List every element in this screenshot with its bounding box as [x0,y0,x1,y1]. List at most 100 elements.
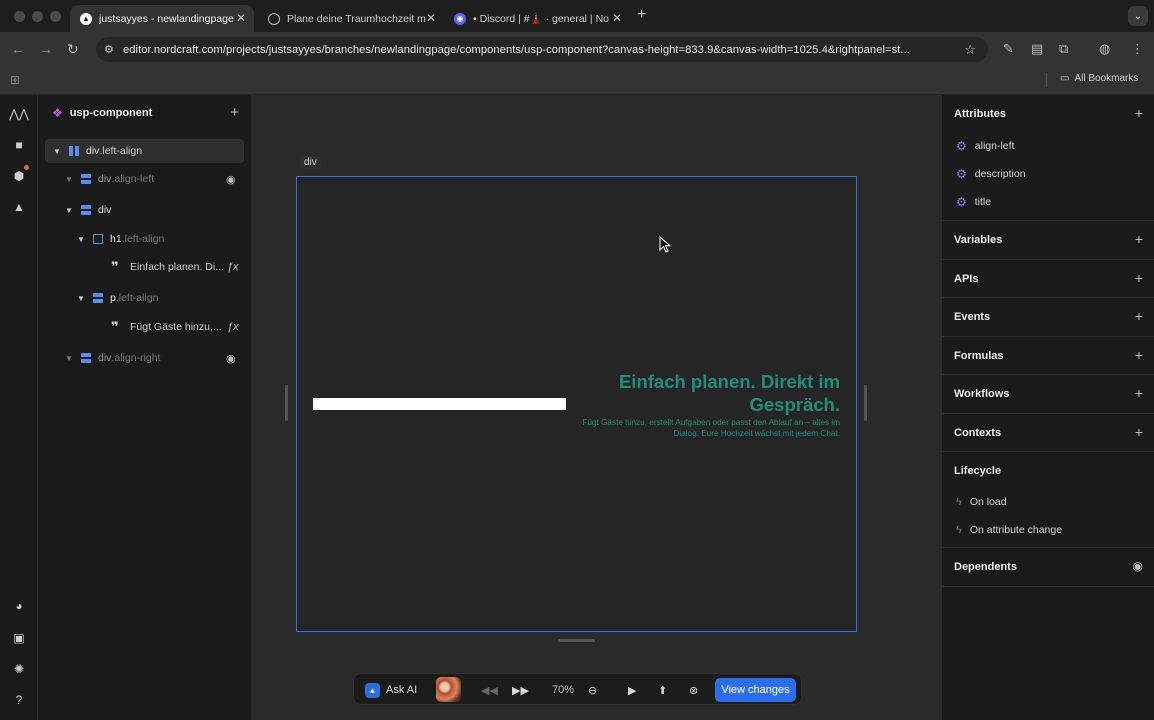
history-icon[interactable]: ⊗ [689,674,698,706]
ask-ai-button[interactable]: ▲ Ask AI [365,674,417,706]
component-header: ❖ usp-component [52,106,152,120]
eye-icon[interactable]: ◉ [1133,559,1143,573]
bookmarks-bar: ⊞ ▭ All Bookmarks [0,66,1154,95]
attribute-name: align-left [974,140,1015,152]
upload-arrow-icon[interactable]: ⬆ [658,674,667,706]
tree-node-text[interactable]: ❞ Einfach planen. Di... ƒx [45,255,244,279]
eye-icon[interactable]: ◉ [226,173,236,186]
rows-icon [81,353,91,363]
lightbulb-icon[interactable]: ✺ [10,660,28,678]
lifecycle-item[interactable]: ϟ On attribute change [956,524,1062,536]
bookmark-star-icon[interactable]: ☆ [964,42,976,58]
add-element-icon[interactable]: + [230,104,239,121]
contexts-section[interactable]: Contexts + [942,414,1154,452]
zoom-icon[interactable]: ⊖ [588,674,597,706]
eye-icon[interactable]: ◉ [226,352,236,365]
tree-node[interactable]: ▼ p .left-align [45,286,244,310]
add-icon[interactable]: + [1135,424,1143,440]
back-arrow-icon[interactable]: ← [11,41,25,57]
node-tag: div [86,145,100,157]
add-icon[interactable]: + [1135,270,1143,286]
window-close-button[interactable] [14,11,25,22]
workflows-section[interactable]: Workflows + [942,375,1154,414]
chevron-down-icon[interactable]: ▼ [53,147,65,156]
tree-node-root[interactable]: ▼ div .left-align [45,139,244,163]
gear-icon: ⚙ [956,195,967,209]
node-text: Einfach planen. Di... [130,261,224,273]
profile-avatar-icon[interactable]: ◍ [1099,41,1110,57]
all-bookmarks-button[interactable]: ▭ All Bookmarks [1060,73,1138,84]
formula-icon[interactable]: ƒx [227,261,239,273]
warning-icon[interactable]: ▲ [10,198,28,216]
apps-grid-icon[interactable]: ⊞ [10,73,20,87]
window-minimize-button[interactable] [32,11,43,22]
formula-icon[interactable]: ƒx [227,321,239,333]
new-tab-icon[interactable]: + [637,6,646,24]
attribute-item[interactable]: ⚙ description [956,167,1026,181]
usp-title[interactable]: Einfach planen. Direkt im Gespräch. [580,370,840,416]
add-icon[interactable]: + [1135,308,1143,324]
view-changes-button[interactable]: View changes [715,678,796,702]
element-tree-icon[interactable]: ⋀⋀ [9,105,29,123]
lifecycle-item[interactable]: ϟ On load [956,496,1007,508]
node-tag: div [98,352,112,364]
tab-search-chevron-icon[interactable]: ⌄ [1128,6,1148,26]
chevron-down-icon[interactable]: ▼ [65,175,77,184]
formulas-section[interactable]: Formulas + [942,337,1154,375]
puzzle-extensions-icon[interactable]: ⧉ [1059,41,1068,57]
play-icon[interactable]: ▶ [628,674,636,706]
dependents-section[interactable]: Dependents ◉ [942,548,1154,587]
tree-node[interactable]: ▼ div [45,198,244,222]
right-resize-handle[interactable] [864,385,867,421]
bottom-resize-handle[interactable] [558,639,595,642]
tree-node-text[interactable]: ❞ Fügt Gäste hinzu,... ƒx [45,315,244,339]
attribute-item[interactable]: ⚙ align-left [956,139,1014,153]
mouse-cursor-icon [659,236,671,253]
node-tag: div [98,204,112,216]
tree-node[interactable]: ▼ div .align-right ◉ [45,346,244,370]
url-text[interactable]: editor.nordcraft.com/projects/justsayyes… [123,44,961,56]
close-icon[interactable]: ✕ [236,11,246,25]
tree-node[interactable]: ▼ div .align-left ◉ [45,167,244,191]
browser-tab[interactable]: Plane deine Traumhochzeit m ✕ [258,5,444,32]
ai-logo-icon: ▲ [365,682,380,698]
chevron-down-icon[interactable]: ▼ [65,354,77,363]
chevron-down-icon[interactable]: ▼ [65,206,77,215]
address-bar[interactable]: ⚙ editor.nordcraft.com/projects/justsayy… [96,37,988,62]
globe-icon [268,12,280,25]
add-attribute-icon[interactable]: + [1135,105,1143,121]
help-icon[interactable]: ? [10,691,28,709]
variables-section[interactable]: Variables + [942,221,1154,260]
document-extension-icon[interactable]: ▤ [1031,41,1043,57]
fast-forward-icon[interactable]: ▶▶ [512,674,529,706]
apis-section[interactable]: APIs + [942,260,1154,298]
close-icon[interactable]: ✕ [426,11,436,25]
gift-icon[interactable]: ▣ [10,629,28,647]
more-menu-icon[interactable]: ⋮ [1131,41,1144,57]
palette-icon[interactable]: ◕ [10,597,28,615]
close-icon[interactable]: ✕ [612,11,622,25]
left-resize-handle[interactable] [285,385,288,421]
pen-extension-icon[interactable]: ✎ [1003,41,1014,57]
reload-icon[interactable]: ↻ [67,41,79,58]
chevron-down-icon[interactable]: ▼ [77,235,89,244]
folder-icon[interactable]: ■ [10,136,28,154]
avatar[interactable] [436,677,461,702]
add-icon[interactable]: + [1135,347,1143,363]
site-settings-icon[interactable]: ⚙ [104,43,118,56]
usp-description[interactable]: Fügt Gäste hinzu, erstellt Aufgaben oder… [570,417,840,439]
window-zoom-button[interactable] [50,11,61,22]
attribute-item[interactable]: ⚙ title [956,195,991,209]
forward-arrow-icon[interactable]: → [39,41,53,57]
node-class: .left-align [121,233,165,245]
tree-node[interactable]: ▼ h1 .left-align [45,227,244,251]
zoom-level[interactable]: 70% [552,674,574,706]
add-icon[interactable]: + [1135,385,1143,401]
add-icon[interactable]: + [1135,231,1143,247]
browser-tab[interactable]: ◉ • Discord | #🗼 · general | No ✕ [444,5,630,32]
image-placeholder[interactable] [313,398,566,410]
events-section[interactable]: Events + [942,298,1154,337]
chevron-down-icon[interactable]: ▼ [77,294,89,303]
browser-tab-active[interactable]: ▲ justsayyes - newlandingpage ✕ [70,5,254,32]
rewind-icon[interactable]: ◀◀ [481,674,498,706]
